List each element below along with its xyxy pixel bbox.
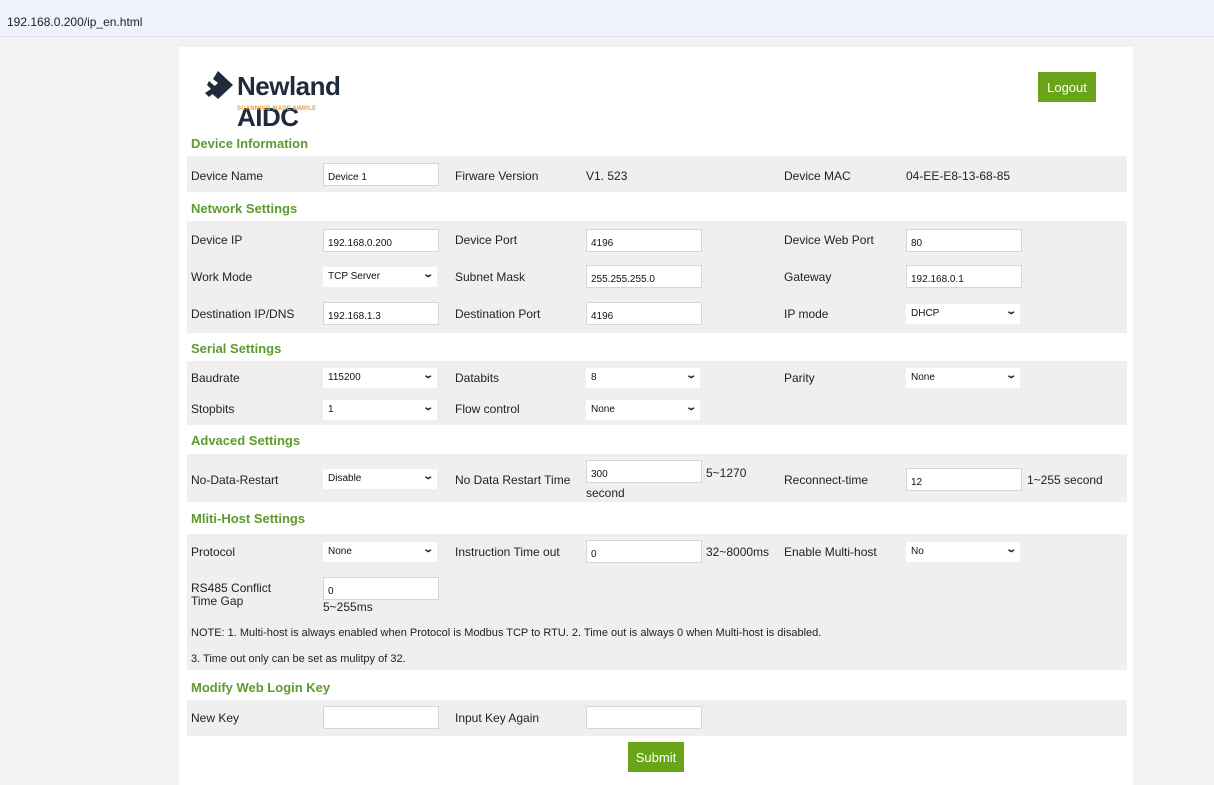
destination-ip-label: Destination IP/DNS [191, 307, 295, 321]
instruction-timeout-label: Instruction Time out [455, 545, 560, 559]
multi-host-note-1: NOTE: 1. Multi-host is always enabled wh… [191, 627, 822, 639]
chevron-down-icon: ⌄ [421, 471, 434, 482]
address-bar[interactable]: 192.168.0.200/ip_en.html [0, 0, 1214, 37]
databits-label: Databits [455, 371, 500, 385]
databits-select[interactable]: 8 ⌄ [586, 368, 700, 388]
chevron-down-icon: ⌄ [421, 402, 434, 413]
ip-mode-value: DHCP [911, 308, 940, 319]
parity-label: Parity [784, 371, 815, 385]
no-data-restart-select[interactable]: Disable ⌄ [323, 469, 437, 489]
device-port-input[interactable] [586, 229, 702, 252]
reconnect-time-label: Reconnect-time [784, 473, 869, 487]
section-network-settings: Network Settings [191, 201, 298, 216]
ip-mode-select[interactable]: DHCP ⌄ [906, 304, 1020, 324]
gateway-label: Gateway [784, 270, 832, 284]
subnet-mask-input[interactable] [586, 265, 702, 288]
input-key-again-input[interactable] [586, 706, 702, 729]
device-mac-value: 04-EE-E8-13-68-85 [906, 169, 1011, 183]
no-data-restart-time-input[interactable] [586, 460, 702, 483]
no-data-restart-time-range: 5~1270 [706, 466, 747, 480]
instruction-timeout-input[interactable] [586, 540, 702, 563]
no-data-restart-value: Disable [328, 473, 362, 484]
ip-mode-label: IP mode [784, 307, 829, 321]
chevron-down-icon: ⌄ [421, 370, 434, 381]
no-data-restart-time-label: No Data Restart Time [455, 473, 571, 487]
config-page: Newland AIDC SCANNING MADE SIMPLE Logout… [179, 47, 1133, 785]
baudrate-label: Baudrate [191, 371, 240, 385]
protocol-value: None [328, 546, 352, 557]
enable-multi-host-value: No [911, 546, 924, 557]
destination-ip-input[interactable] [323, 302, 439, 325]
baudrate-select[interactable]: 115200 ⌄ [323, 368, 437, 388]
protocol-select[interactable]: None ⌄ [323, 542, 437, 562]
parity-select[interactable]: None ⌄ [906, 368, 1020, 388]
logo-text: Newland AIDC [237, 71, 341, 132]
flow-control-select[interactable]: None ⌄ [586, 400, 700, 420]
newland-logo: Newland AIDC SCANNING MADE SIMPLE [205, 67, 405, 132]
chevron-down-icon: ⌄ [1004, 370, 1017, 381]
reconnect-time-input[interactable] [906, 468, 1022, 491]
no-data-restart-time-unit: second [586, 486, 625, 500]
reconnect-time-range: 1~255 second [1027, 473, 1103, 487]
device-web-port-input[interactable] [906, 229, 1022, 252]
stopbits-value: 1 [328, 404, 334, 415]
section-modify-login-key: Modify Web Login Key [191, 680, 331, 695]
new-key-label: New Key [191, 711, 240, 725]
subnet-mask-label: Subnet Mask [455, 270, 526, 284]
destination-port-input[interactable] [586, 302, 702, 325]
firmware-version-value: V1. 523 [586, 169, 628, 183]
device-ip-input[interactable] [323, 229, 439, 252]
multi-host-note-2: 3. Time out only can be set as mulitpy o… [191, 653, 406, 665]
submit-button[interactable]: Submit [628, 742, 684, 772]
section-multi-host-settings: Mliti-Host Settings [191, 511, 306, 526]
section-advanced-settings: Advaced Settings [191, 433, 301, 448]
newland-logo-icon [205, 71, 233, 99]
chevron-down-icon: ⌄ [1004, 544, 1017, 555]
input-key-again-label: Input Key Again [455, 711, 540, 725]
chevron-down-icon: ⌄ [421, 544, 434, 555]
stopbits-label: Stopbits [191, 402, 235, 416]
firmware-version-label: Firware Version [455, 169, 539, 183]
flow-control-label: Flow control [455, 402, 520, 416]
logo-tagline: SCANNING MADE SIMPLE [237, 106, 317, 112]
rs485-conflict-label: RS485 Conflict Time Gap [191, 581, 272, 608]
databits-value: 8 [591, 372, 597, 383]
gateway-input[interactable] [906, 265, 1022, 288]
rs485-conflict-range: 5~255ms [323, 600, 373, 614]
chevron-down-icon: ⌄ [421, 269, 434, 280]
flow-control-value: None [591, 404, 615, 415]
section-serial-settings: Serial Settings [191, 341, 282, 356]
no-data-restart-label: No-Data-Restart [191, 473, 279, 487]
instruction-timeout-range: 32~8000ms [706, 545, 770, 559]
protocol-label: Protocol [191, 545, 236, 559]
logout-button[interactable]: Logout [1038, 72, 1096, 102]
enable-multi-host-select[interactable]: No ⌄ [906, 542, 1020, 562]
work-mode-value: TCP Server [328, 271, 381, 282]
chevron-down-icon: ⌄ [684, 370, 697, 381]
destination-port-label: Destination Port [455, 307, 541, 321]
stopbits-select[interactable]: 1 ⌄ [323, 400, 437, 420]
baudrate-value: 115200 [328, 372, 361, 383]
chevron-down-icon: ⌄ [1004, 306, 1017, 317]
new-key-input[interactable] [323, 706, 439, 729]
device-ip-label: Device IP [191, 233, 243, 247]
device-port-label: Device Port [455, 233, 518, 247]
device-name-label: Device Name [191, 169, 264, 183]
device-web-port-label: Device Web Port [784, 233, 874, 247]
device-mac-label: Device MAC [784, 169, 851, 183]
section-device-information: Device Information [191, 136, 309, 151]
url-text: 192.168.0.200/ip_en.html [7, 15, 143, 29]
chevron-down-icon: ⌄ [684, 402, 697, 413]
enable-multi-host-label: Enable Multi-host [784, 545, 877, 559]
device-name-input[interactable] [323, 163, 439, 186]
rs485-conflict-input[interactable] [323, 577, 439, 600]
work-mode-select[interactable]: TCP Server ⌄ [323, 267, 437, 287]
parity-value: None [911, 372, 935, 383]
work-mode-label: Work Mode [191, 270, 253, 284]
